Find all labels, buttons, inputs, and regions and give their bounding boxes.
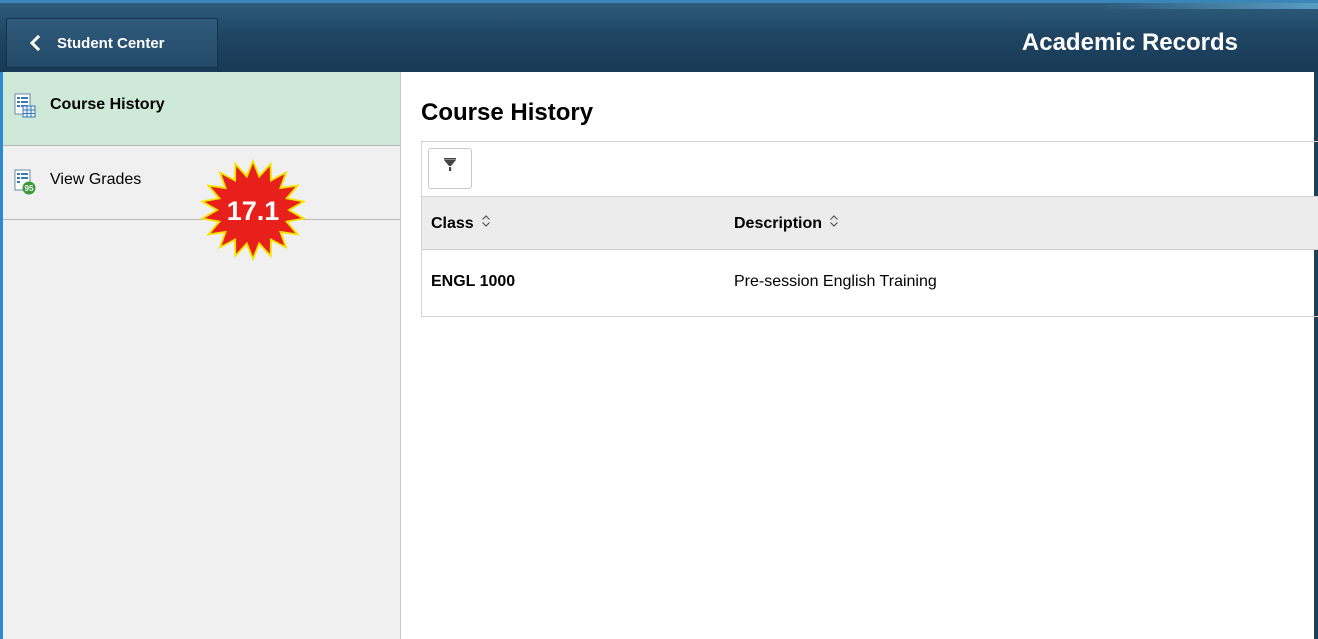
sidebar-item-label: Course History	[50, 95, 165, 113]
sort-icon	[481, 214, 491, 233]
app-header: Student Center Academic Records	[0, 0, 1318, 72]
grid-toolbar	[422, 142, 1318, 197]
sidebar-item-view-grades[interactable]: 95 View Grades	[3, 146, 400, 220]
course-history-grid: Class Description ENGL 1000 Pre-session …	[421, 141, 1318, 317]
sidebar: Course History 95 View Grades	[0, 72, 401, 639]
view-grades-icon: 95	[14, 169, 36, 195]
back-button-label: Student Center	[57, 34, 165, 52]
filter-icon	[443, 158, 457, 179]
student-center-back-button[interactable]: Student Center	[6, 18, 218, 68]
chevron-left-icon	[29, 33, 41, 53]
sort-icon	[829, 214, 839, 233]
page-title: Course History	[421, 99, 594, 126]
cell-description: Pre-session English Training	[734, 273, 937, 290]
column-header-label: Class	[431, 214, 474, 232]
sidebar-item-label: View Grades	[50, 170, 142, 188]
table-header: Class Description	[422, 197, 1318, 250]
table-row[interactable]: ENGL 1000 Pre-session English Training	[422, 250, 1318, 316]
filter-button[interactable]	[428, 148, 472, 189]
column-header-description[interactable]: Description	[734, 214, 839, 233]
course-history-icon	[14, 93, 36, 119]
page-header-title: Academic Records	[1021, 29, 1238, 56]
svg-text:95: 95	[25, 184, 34, 193]
column-header-label: Description	[734, 214, 823, 232]
sidebar-item-course-history[interactable]: Course History	[3, 72, 400, 146]
column-header-class[interactable]: Class	[431, 214, 491, 233]
cell-class: ENGL 1000	[431, 273, 516, 290]
